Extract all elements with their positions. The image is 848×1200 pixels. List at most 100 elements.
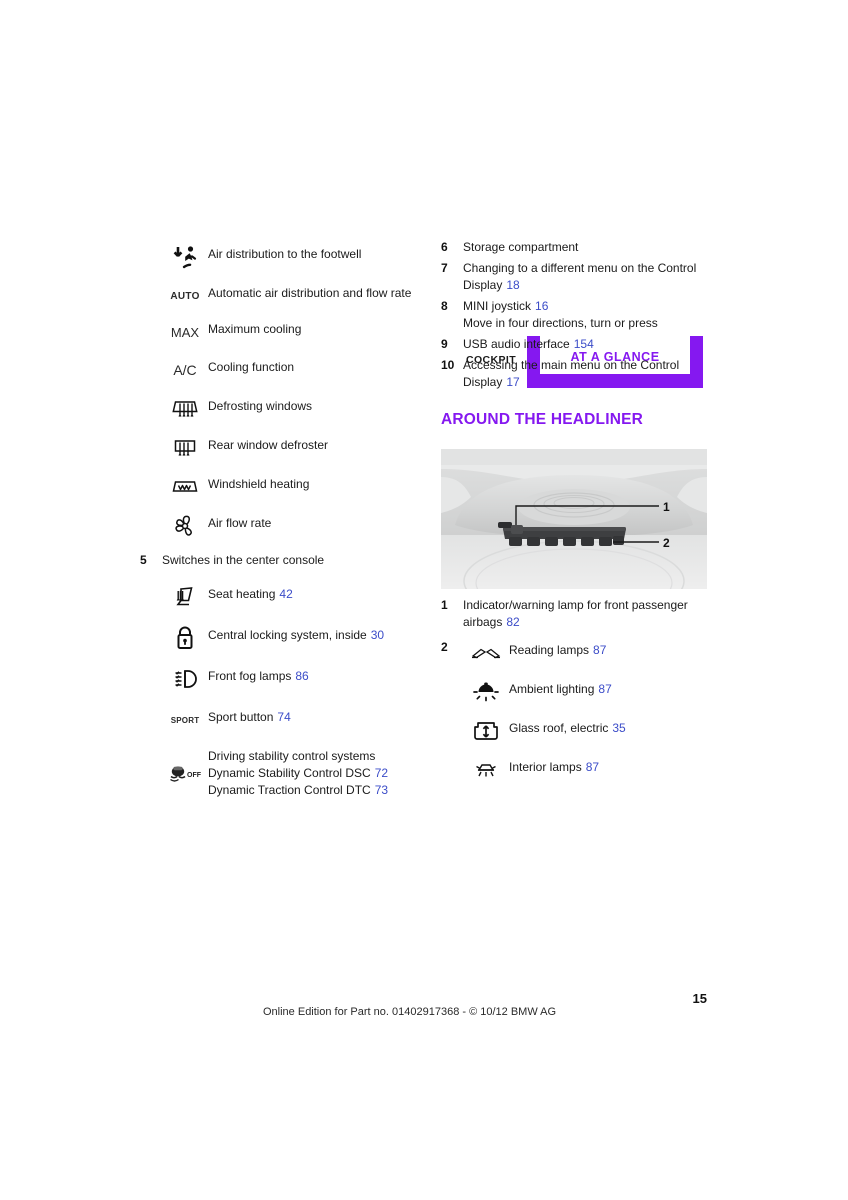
list-item: 7 Changing to a different menu on the Co… — [441, 260, 713, 294]
list-item: Air flow rate — [162, 512, 424, 539]
page-header-band: COCKPIT AT A GLANCE — [0, 168, 848, 388]
list-item: Seat heating 42 — [162, 583, 424, 610]
dsc-line-1: Driving stability control systems — [208, 749, 376, 763]
list-item-label: USB audio interface 154 — [463, 337, 594, 351]
page-ref: 35 — [612, 721, 626, 735]
defrosting-windows-icon — [162, 395, 208, 422]
air-flow-rate-icon — [162, 512, 208, 539]
list-item: 6 Storage compartment — [441, 239, 713, 256]
seat-heating-icon — [162, 583, 208, 610]
list-item-label: Indicator/warning lamp for front passeng… — [463, 598, 688, 629]
list-item-label: Ambient lighting 87 — [509, 682, 612, 696]
list-item-label: Changing to a different menu on the Cont… — [463, 261, 697, 292]
list-item: Reading lamps 87 — [463, 639, 713, 666]
page-ref: 154 — [573, 337, 594, 351]
list-item: 8 MINI joystick 16 Move in four directions… — [441, 298, 713, 332]
interior-lamps-icon — [463, 756, 509, 783]
list-item-number: 5 — [140, 553, 147, 567]
list-item-label: Air distribution to the footwell — [208, 247, 362, 261]
list-item-label: Windshield heating — [208, 477, 310, 491]
glass-roof-electric-icon — [463, 717, 509, 744]
headliner-item-list: 1 Indicator/warning lamp for front passe… — [441, 597, 713, 783]
list-item: Central locking system, inside 30 — [162, 624, 424, 651]
page-ref: 87 — [598, 682, 612, 696]
central-locking-icon — [162, 624, 208, 651]
list-item-label: Seat heating 42 — [208, 587, 293, 601]
list-item-label: Reading lamps 87 — [509, 643, 607, 657]
page-ref: 73 — [374, 783, 389, 797]
list-item-label: Maximum cooling — [208, 322, 302, 336]
list-item-label: Switches in the center console — [162, 553, 325, 567]
page-ref: 82 — [506, 615, 520, 629]
sport-text-icon: SPORT — [170, 715, 200, 725]
max-text-icon: MAX — [170, 324, 200, 340]
list-item-dsc: OFF Driving stability control systems Dy… — [162, 748, 424, 799]
list-item: Windshield heating — [162, 473, 424, 500]
list-item-label: Front fog lamps 86 — [208, 669, 309, 683]
svg-text:OFF: OFF — [187, 772, 202, 779]
list-item: Air distribution to the footwell — [162, 243, 424, 270]
list-item-label: Defrosting windows — [208, 399, 313, 413]
list-item-label: Rear window defroster — [208, 438, 329, 452]
list-item-label: Sport button 74 — [208, 710, 291, 724]
air-distribution-footwell-icon — [162, 243, 208, 270]
list-item: 1 Indicator/warning lamp for front passe… — [441, 597, 713, 631]
list-item-label: Automatic air distribution and flow rate — [208, 286, 412, 300]
console-switch-list: Seat heating 42 Central locking system, i… — [162, 583, 424, 799]
list-item-number: 6 — [441, 240, 448, 254]
list-item-number: 8 — [441, 299, 448, 313]
dsc-off-icon: OFF — [162, 757, 208, 790]
list-item: Interior lamps 87 — [463, 756, 713, 783]
list-item-number: 9 — [441, 337, 448, 351]
section-heading-around-the-headliner: AROUND THE HEADLINER — [441, 411, 644, 428]
list-item-label: Central locking system, inside 30 — [208, 628, 385, 642]
auto-text-icon: AUTO — [170, 290, 200, 302]
list-item-5: 5 Switches in the center console — [140, 552, 424, 569]
list-item-label: Interior lamps 87 — [509, 760, 600, 774]
svg-text:2: 2 — [663, 536, 670, 550]
list-item: Glass roof, electric 35 — [463, 717, 713, 744]
list-item: Rear window defroster — [162, 434, 424, 461]
page-ref: 74 — [277, 710, 291, 724]
list-item: MAX Maximum cooling — [162, 318, 424, 345]
page-number: 15 — [692, 991, 707, 1006]
list-item: 9 USB audio interface 154 — [441, 336, 713, 353]
climate-symbol-list: Air distribution to the footwell AUTO Au… — [162, 243, 424, 539]
reading-lamps-icon — [463, 639, 509, 666]
page-ref: 87 — [593, 643, 607, 657]
page-ref: 87 — [585, 760, 600, 774]
page-ref: 17 — [506, 375, 520, 389]
page-ref: 16 — [535, 299, 549, 313]
dsc-line-2: Dynamic Stability Control DSC — [208, 766, 371, 780]
ac-text-icon: A/C — [173, 362, 197, 378]
list-item: Front fog lamps 86 — [162, 665, 424, 692]
dsc-text-block: Driving stability control systems Dynami… — [208, 748, 424, 799]
list-item: Ambient lighting 87 — [463, 678, 713, 705]
page-ref: 30 — [370, 628, 385, 642]
list-item-number: 1 — [441, 598, 448, 612]
list-item-label: Glass roof, electric 35 — [509, 721, 626, 735]
list-item: 10 Accessing the main menu on the Contro… — [441, 357, 713, 391]
list-item: 2 Reading lamps 87 Ambient lighting 87 G… — [441, 639, 713, 783]
rear-window-defroster-icon — [162, 434, 208, 461]
list-item: SPORT Sport button 74 — [162, 706, 424, 733]
page-ref: 18 — [506, 278, 520, 292]
headliner-illustration: 1 2 — [441, 449, 707, 589]
page-ref: 72 — [374, 766, 389, 780]
list-item-label: Accessing the main menu on the Control D… — [463, 358, 680, 389]
list-item-label: MINI joystick 16 Move in four directions, … — [463, 299, 658, 330]
right-column-cockpit-items: 6 Storage compartment 7 Changing to a di… — [441, 239, 713, 395]
page-ref: 86 — [295, 669, 309, 683]
svg-text:1: 1 — [663, 500, 670, 514]
list-item-label: Cooling function — [208, 360, 295, 374]
headliner-icon-sublist: Reading lamps 87 Ambient lighting 87 Gla… — [463, 639, 713, 783]
page-ref: 42 — [279, 587, 293, 601]
list-item-number: 7 — [441, 261, 448, 275]
list-item: AUTO Automatic air distribution and flow… — [162, 282, 424, 309]
list-item-number: 10 — [441, 358, 455, 372]
ambient-lighting-icon — [463, 678, 509, 705]
list-item: A/C Cooling function — [162, 356, 424, 383]
front-fog-lamps-icon — [162, 665, 208, 692]
list-item-label: Air flow rate — [208, 516, 272, 530]
list-item-number: 2 — [441, 640, 448, 654]
